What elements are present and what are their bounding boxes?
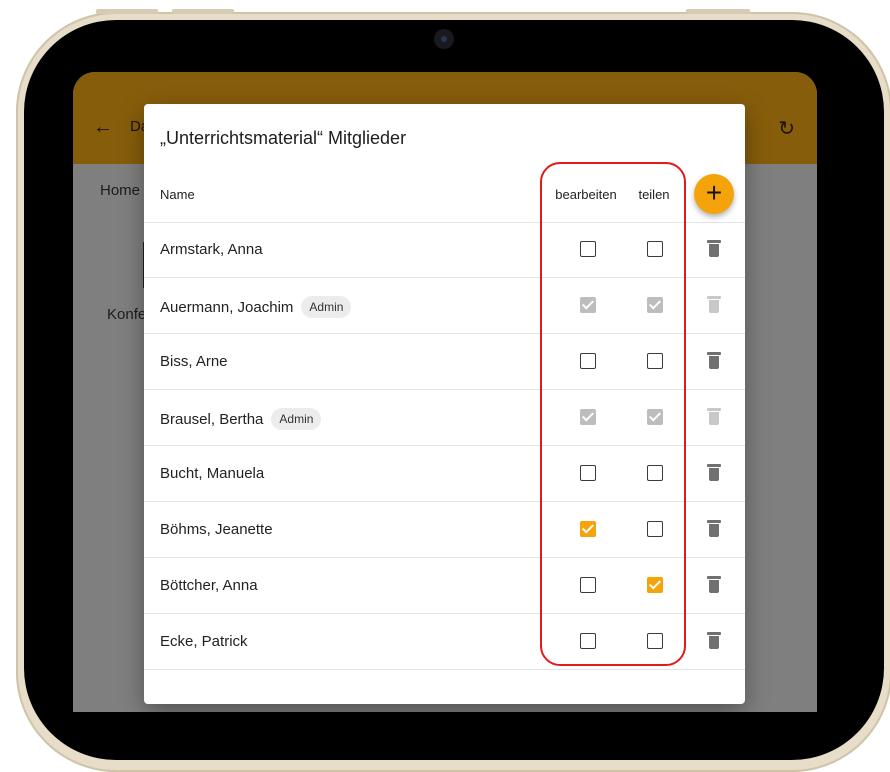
member-name: Ecke, Patrick <box>160 633 248 650</box>
delete-member-button[interactable] <box>707 352 721 370</box>
member-name-cell: Bucht, Manuela <box>160 465 264 482</box>
member-name: Böhms, Jeanette <box>160 521 273 538</box>
delete-member-button <box>707 408 721 426</box>
background-label: Konfe <box>107 306 147 323</box>
member-name-cell: Böhms, Jeanette <box>160 521 273 538</box>
trash-icon <box>707 464 721 467</box>
member-name: Böttcher, Anna <box>160 577 258 594</box>
add-member-button[interactable]: + <box>694 174 734 214</box>
delete-member-button <box>707 296 721 314</box>
member-name: Biss, Arne <box>160 353 228 370</box>
device-button <box>172 9 234 14</box>
trash-icon <box>707 408 721 411</box>
member-name-cell: Auermann, Joachim Admin <box>160 296 352 319</box>
trash-icon <box>707 240 721 243</box>
dialog-title: „Unterrichtsmaterial“ Mitglieder <box>160 128 407 148</box>
member-name-cell: Armstark, Anna <box>160 241 263 258</box>
member-name: Auermann, Joachim <box>160 299 294 316</box>
trash-icon <box>707 576 721 579</box>
trash-icon <box>707 632 721 635</box>
admin-badge: Admin <box>301 296 352 318</box>
column-header-name: Name <box>160 187 195 202</box>
member-name: Brausel, Bertha <box>160 411 264 428</box>
member-name: Armstark, Anna <box>160 241 263 258</box>
member-name-cell: Biss, Arne <box>160 353 228 370</box>
trash-icon <box>709 524 719 537</box>
member-name-cell: Böttcher, Anna <box>160 577 258 594</box>
delete-member-button[interactable] <box>707 576 721 594</box>
trash-icon <box>707 352 721 355</box>
arrow-back-icon[interactable]: ← <box>93 116 113 139</box>
delete-member-button[interactable] <box>707 240 721 258</box>
device-button <box>96 9 158 14</box>
member-name-cell: Brausel, Bertha Admin <box>160 408 322 431</box>
trash-icon <box>709 300 719 313</box>
trash-icon <box>709 412 719 425</box>
delete-member-button[interactable] <box>707 464 721 482</box>
trash-icon <box>709 636 719 649</box>
trash-icon <box>707 296 721 299</box>
breadcrumb-home: Home <box>100 182 141 199</box>
device-button <box>686 9 750 14</box>
plus-icon: + <box>705 177 723 208</box>
trash-icon <box>707 520 721 523</box>
admin-badge: Admin <box>271 408 322 430</box>
trash-icon <box>709 580 719 593</box>
member-name: Bucht, Manuela <box>160 465 265 482</box>
trash-icon <box>709 468 719 481</box>
member-name-cell: Ecke, Patrick <box>160 633 248 650</box>
permissions-highlight <box>540 162 686 666</box>
delete-member-button[interactable] <box>707 520 721 538</box>
refresh-icon[interactable]: ↻ <box>778 116 795 141</box>
camera-icon <box>434 29 454 49</box>
trash-icon <box>709 244 719 257</box>
trash-icon <box>709 356 719 369</box>
delete-member-button[interactable] <box>707 632 721 650</box>
